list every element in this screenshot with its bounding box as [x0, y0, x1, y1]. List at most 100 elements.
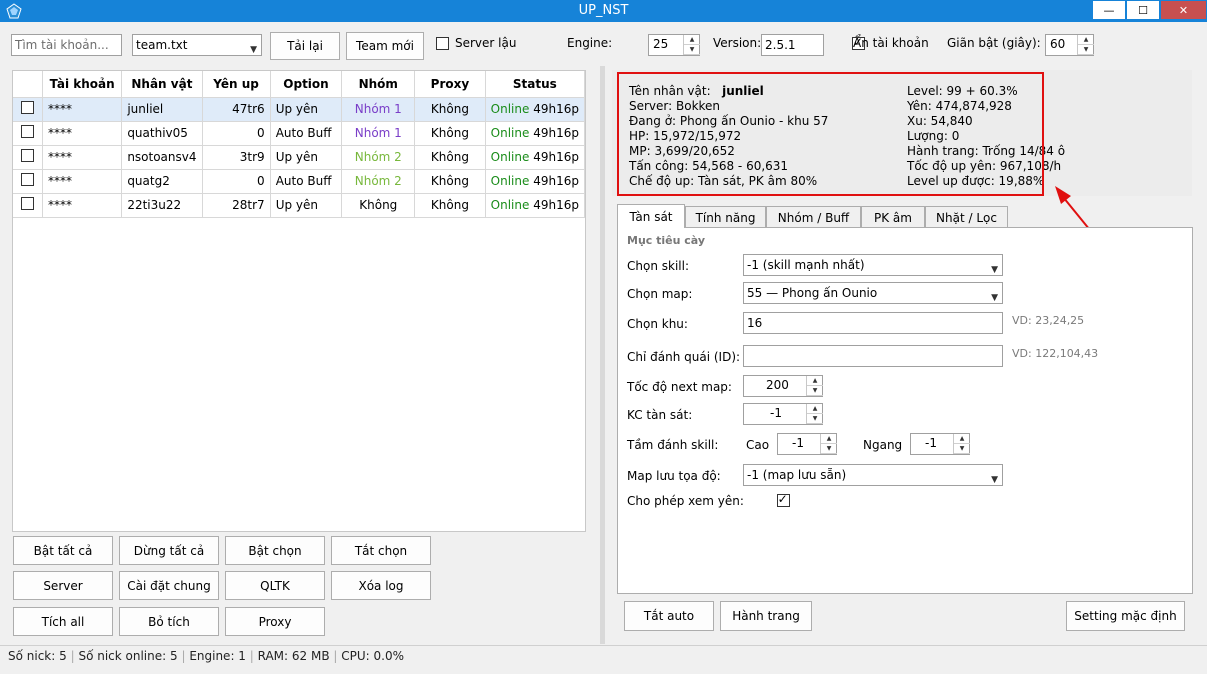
cell-time: 49h16p — [533, 174, 579, 188]
reload-button[interactable]: Tải lại — [270, 32, 340, 60]
row-checkbox[interactable] — [21, 125, 35, 138]
skill-select[interactable]: -1 (skill mạnh nhất) ▼ — [743, 254, 1003, 276]
allow-view-checkbox[interactable] — [776, 492, 790, 507]
tab-nhat-loc[interactable]: Nhặt / Lọc — [925, 206, 1008, 228]
cao-stepper[interactable]: -1 ▲ ▼ — [777, 433, 837, 455]
map-select[interactable]: 55 — Phong ấn Ounio ▼ — [743, 282, 1003, 304]
allow-view-label: Cho phép xem yên: — [627, 494, 744, 508]
uncheck-all-button[interactable]: Bỏ tích — [119, 607, 219, 636]
map-label: Chọn map: — [627, 287, 693, 301]
server-lau-checkbox[interactable] — [436, 37, 449, 50]
delay-value: 60 — [1050, 37, 1066, 51]
cell-yen: 0 — [202, 169, 271, 194]
cao-label: Cao — [746, 438, 770, 452]
highlight-box — [617, 72, 1044, 196]
tab-tinh-nang[interactable]: Tính năng — [685, 206, 766, 228]
check-all-button[interactable]: Tích all — [13, 607, 113, 636]
qltk-button[interactable]: QLTK — [225, 571, 325, 600]
cell-group: Nhóm 2 — [341, 145, 416, 170]
status-nick-count: Số nick: 5 — [8, 649, 67, 663]
save-map-select[interactable]: -1 (map lưu sẵn) ▼ — [743, 464, 1003, 486]
version-input[interactable]: 2.5.1 — [761, 34, 824, 56]
cell-group: Không — [341, 193, 416, 218]
arrow-down-icon[interactable]: ▼ — [684, 45, 700, 55]
status-bar-text: Số nick: 5 | Số nick online: 5 | Engine:… — [8, 649, 405, 663]
new-team-button[interactable]: Team mới — [346, 32, 424, 60]
team-file-value: team.txt — [136, 38, 188, 52]
cell-account: **** — [42, 121, 123, 146]
inventory-button[interactable]: Hành trang — [720, 601, 812, 631]
table-row[interactable]: **** junliel 47tr6 Up yên Nhóm 1 Không O… — [13, 97, 586, 122]
arrow-up-icon[interactable]: ▲ — [1078, 35, 1094, 45]
cell-proxy: Không — [414, 121, 486, 146]
default-settings-button[interactable]: Setting mặc định — [1066, 601, 1185, 631]
server-button[interactable]: Server — [13, 571, 113, 600]
delay-label: Giãn bật (giây): — [947, 36, 1041, 50]
tab-tan-sat[interactable]: Tàn sát — [617, 204, 685, 228]
tab-nhom-buff[interactable]: Nhóm / Buff — [766, 206, 861, 228]
col-account[interactable]: Tài khoản — [42, 71, 123, 98]
minimize-button[interactable]: — — [1092, 0, 1126, 20]
table-row[interactable]: **** nsotoansv4 3tr9 Up yên Nhóm 2 Không… — [13, 145, 586, 170]
close-button[interactable]: ✕ — [1160, 0, 1207, 20]
row-checkbox[interactable] — [21, 197, 35, 210]
arrow-up-icon[interactable]: ▲ — [954, 434, 970, 444]
monster-input[interactable] — [743, 345, 1003, 367]
row-checkbox[interactable] — [21, 101, 35, 114]
arrow-up-icon[interactable]: ▲ — [684, 35, 700, 45]
table-row[interactable]: **** quatg2 0 Auto Buff Nhóm 2 Không Onl… — [13, 169, 586, 194]
clear-log-button[interactable]: Xóa log — [331, 571, 431, 600]
row-checkbox[interactable] — [21, 173, 35, 186]
next-map-stepper[interactable]: 200 ▲ ▼ — [743, 375, 823, 397]
col-group[interactable]: Nhóm — [341, 71, 416, 98]
table-row[interactable]: **** quathiv05 0 Auto Buff Nhóm 1 Không … — [13, 121, 586, 146]
cell-character: quathiv05 — [121, 121, 203, 146]
delay-stepper[interactable]: 60 ▲ ▼ — [1045, 34, 1094, 56]
arrow-down-icon[interactable]: ▼ — [821, 444, 837, 454]
team-file-select[interactable]: team.txt ▼ — [132, 34, 262, 56]
proxy-button[interactable]: Proxy — [225, 607, 325, 636]
cell-status: Online — [490, 198, 530, 212]
hide-account-label: Ẩn tài khoản — [853, 36, 929, 50]
cell-proxy: Không — [414, 193, 486, 218]
table-row[interactable]: **** 22ti3u22 28tr7 Up yên Không Không O… — [13, 193, 586, 218]
ngang-value: -1 — [925, 436, 937, 450]
arrow-down-icon[interactable]: ▼ — [807, 414, 823, 424]
col-option[interactable]: Option — [270, 71, 343, 98]
next-map-value: 200 — [766, 378, 789, 392]
range-label: Tầm đánh skill: — [627, 438, 719, 452]
col-status[interactable]: Status — [485, 71, 586, 98]
general-settings-button[interactable]: Cài đặt chung — [119, 571, 219, 600]
stop-all-button[interactable]: Dừng tất cả — [119, 536, 219, 565]
cell-option: Up yên — [270, 193, 343, 218]
engine-stepper[interactable]: 25 ▲ ▼ — [648, 34, 700, 56]
col-proxy[interactable]: Proxy — [414, 71, 486, 98]
arrow-down-icon[interactable]: ▼ — [807, 386, 823, 396]
tab-pk-am[interactable]: PK âm — [861, 206, 925, 228]
splitter[interactable] — [600, 66, 605, 644]
cell-yen: 28tr7 — [202, 193, 271, 218]
search-input[interactable]: Tìm tài khoản... — [11, 34, 122, 56]
maximize-button[interactable]: ☐ — [1126, 0, 1160, 20]
arrow-up-icon[interactable]: ▲ — [807, 404, 823, 414]
col-yen[interactable]: Yên up — [202, 71, 271, 98]
status-cpu: CPU: 0.0% — [341, 649, 405, 663]
arrow-up-icon[interactable]: ▲ — [821, 434, 837, 444]
row-checkbox[interactable] — [21, 149, 35, 162]
cell-account: **** — [42, 145, 123, 170]
ngang-stepper[interactable]: -1 ▲ ▼ — [910, 433, 970, 455]
start-all-button[interactable]: Bật tất cả — [13, 536, 113, 565]
arrow-down-icon[interactable]: ▼ — [1078, 45, 1094, 55]
kc-stepper[interactable]: -1 ▲ ▼ — [743, 403, 823, 425]
khu-input[interactable]: 16 — [743, 312, 1003, 334]
stop-auto-button[interactable]: Tắt auto — [624, 601, 714, 631]
stop-selected-button[interactable]: Tắt chọn — [331, 536, 431, 565]
col-character[interactable]: Nhân vật — [121, 71, 203, 98]
start-selected-button[interactable]: Bật chọn — [225, 536, 325, 565]
arrow-down-icon[interactable]: ▼ — [954, 444, 970, 454]
khu-label: Chọn khu: — [627, 317, 688, 331]
status-ram: RAM: 62 MB — [257, 649, 330, 663]
engine-value: 25 — [653, 37, 669, 51]
arrow-up-icon[interactable]: ▲ — [807, 376, 823, 386]
skill-label: Chọn skill: — [627, 259, 689, 273]
